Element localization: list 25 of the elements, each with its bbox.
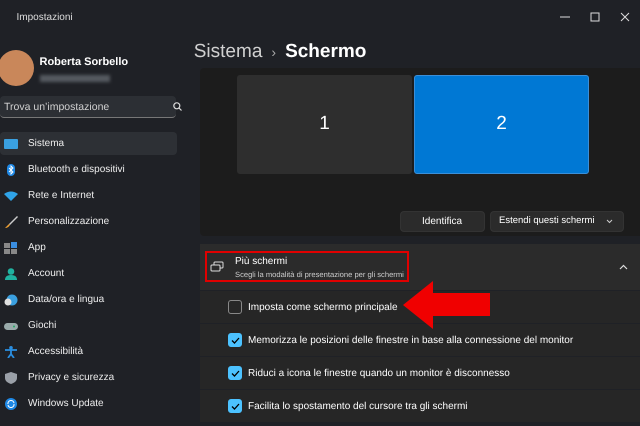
option-label: Facilita lo spostamento del cursore tra gli schermi [248, 400, 468, 414]
sidebar-item[interactable]: Personalizzazione [0, 210, 177, 233]
sidebar-item[interactable]: Bluetooth e dispositivi [0, 158, 177, 181]
window-title: Impostazioni [16, 10, 73, 24]
sidebar-item[interactable]: Privacy e sicurezza [0, 366, 177, 389]
section-title: Più schermi [235, 254, 288, 269]
sidebar-item[interactable]: Data/ora e lingua [0, 288, 177, 311]
option-label: Riduci a icona le finestre quando un monitor è disconnesso [248, 366, 510, 380]
breadcrumb-separator: › [271, 42, 276, 62]
monitor-tile[interactable]: 1 [237, 75, 412, 174]
user-name: Roberta Sorbello [40, 54, 128, 70]
breadcrumb-parent[interactable]: Sistema [194, 38, 262, 66]
sidebar-item[interactable]: Rete e Internet [0, 184, 177, 207]
sidebar-item[interactable]: Accessibilità [0, 340, 177, 363]
sidebar-item[interactable]: Giochi [0, 314, 177, 337]
sidebar-item[interactable]: Account [0, 262, 177, 285]
page-title: Schermo [285, 40, 366, 64]
identify-button[interactable]: Identifica [400, 211, 484, 232]
sidebar-item[interactable]: Windows Update [0, 392, 177, 415]
display-mode-dropdown[interactable]: Estendi questi schermi [490, 211, 624, 232]
option-label: Memorizza le posizioni delle finestre in base alla connessione del monitor [248, 334, 574, 348]
monitor-tile[interactable]: 2 [414, 75, 589, 174]
sidebar-item[interactable]: App [0, 236, 177, 259]
option-label: Imposta come schermo principale [248, 300, 398, 314]
sidebar-item[interactable]: Sistema [0, 132, 177, 155]
